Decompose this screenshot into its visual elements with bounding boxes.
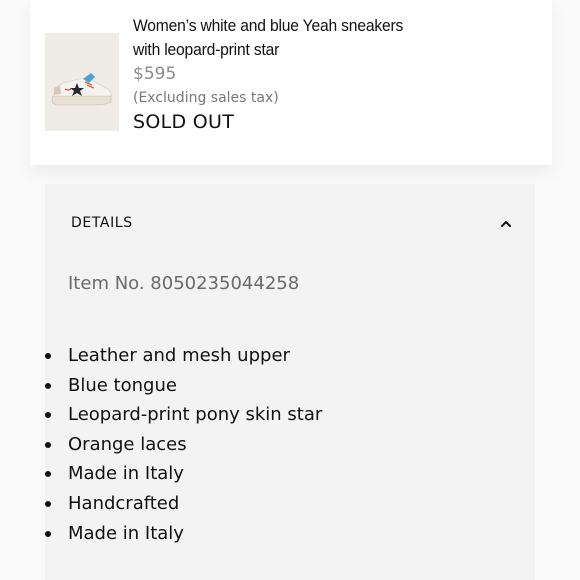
list-item: Leopard-print pony skin star <box>45 400 322 430</box>
product-title: Women’s white and blue Yeah sneakers wit… <box>133 14 409 62</box>
feature-text: Orange laces <box>68 433 187 455</box>
bullet-icon <box>45 500 51 507</box>
feature-text: Made in Italy <box>68 463 184 485</box>
bullet-icon <box>45 353 51 359</box>
details-panel: DETAILS Item No. 8050235044258 Leather a… <box>45 184 535 580</box>
bullet-icon <box>45 441 51 448</box>
bullet-icon <box>45 530 51 537</box>
feature-list: Leather and mesh upper Blue tongue Leopa… <box>45 341 322 548</box>
feature-text: Blue tongue <box>68 374 177 396</box>
list-item: Made in Italy <box>45 459 322 489</box>
page: Women’s white and blue Yeah sneakers wit… <box>0 0 580 580</box>
list-item: Leather and mesh upper <box>45 341 322 371</box>
product-title-line2: with leopard-print star <box>133 40 280 59</box>
item-number: Item No. 8050235044258 <box>68 273 300 294</box>
tax-note: (Excluding sales tax) <box>133 90 279 106</box>
feature-text: Leopard-print pony skin star <box>68 404 323 426</box>
bullet-icon <box>45 412 51 419</box>
bullet-icon <box>45 382 51 389</box>
feature-text: Leather and mesh upper <box>68 345 290 366</box>
product-thumbnail[interactable] <box>45 33 119 131</box>
details-accordion-toggle[interactable]: DETAILS <box>45 184 535 264</box>
list-item: Orange laces <box>45 430 322 460</box>
sneaker-image <box>45 33 119 131</box>
stock-status: SOLD OUT <box>133 111 235 133</box>
bullet-icon <box>45 471 51 478</box>
list-item: Blue tongue <box>45 371 322 401</box>
list-item: Made in Italy <box>45 519 322 549</box>
product-summary-card: Women’s white and blue Yeah sneakers wit… <box>30 0 552 165</box>
list-item: Handcrafted <box>45 489 322 519</box>
feature-text: Made in Italy <box>68 522 184 544</box>
product-price: $595 <box>133 64 177 84</box>
product-title-line1: Women’s white and blue Yeah sneakers <box>133 16 404 35</box>
chevron-up-icon[interactable] <box>500 218 512 230</box>
feature-text: Handcrafted <box>68 492 180 514</box>
details-title: DETAILS <box>71 215 133 231</box>
